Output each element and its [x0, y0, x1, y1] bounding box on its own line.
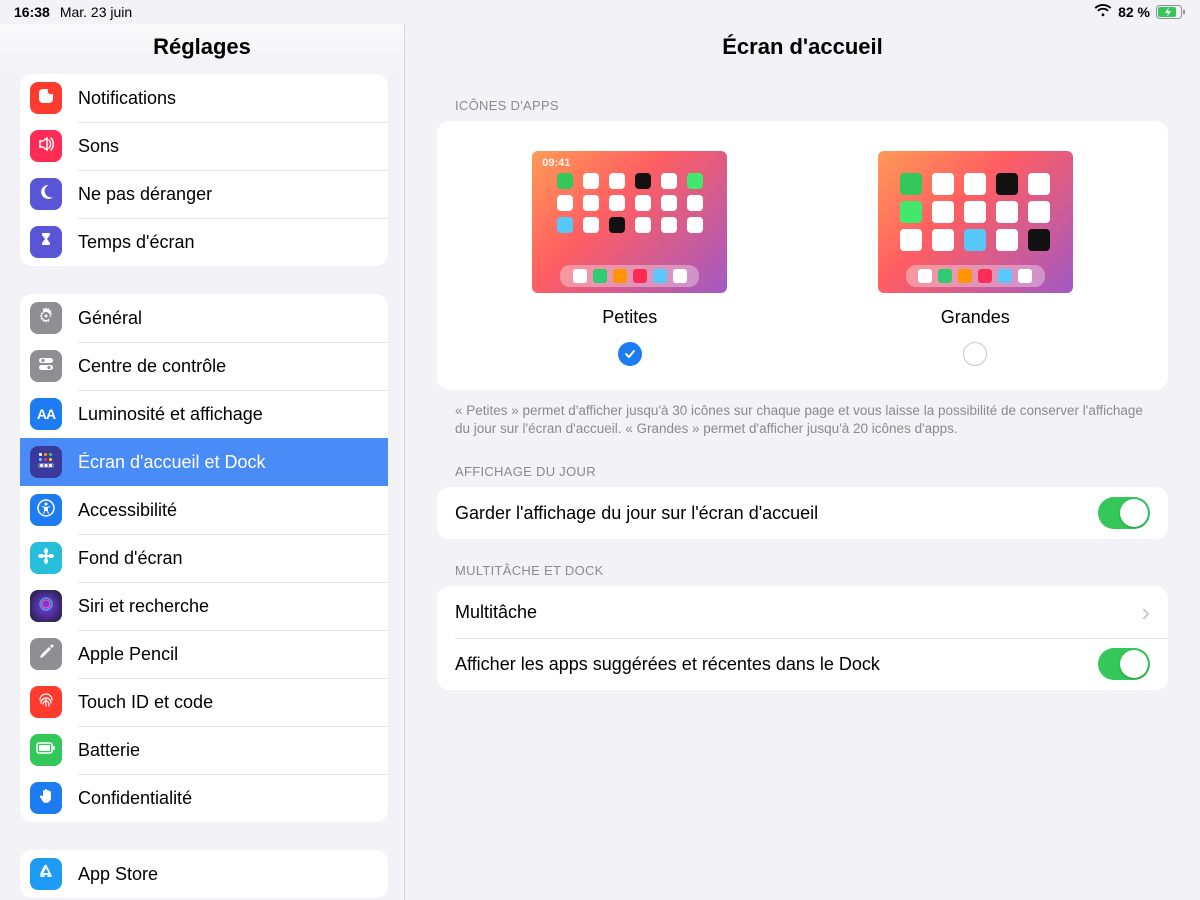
sidebar-item-privacy[interactable]: Confidentialité: [20, 774, 388, 822]
sounds-label: Sons: [78, 136, 119, 157]
preview-small: 09:41: [532, 151, 727, 293]
status-date: Mar. 23 juin: [60, 4, 132, 20]
sidebar-item-appstore[interactable]: App Store: [20, 850, 388, 898]
display-label: Luminosité et affichage: [78, 404, 263, 425]
section-app-icons: ICÔNES D'APPS: [455, 98, 1168, 113]
accessibility-icon: [37, 499, 55, 522]
screentime-label: Temps d'écran: [78, 232, 195, 253]
siri-label: Siri et recherche: [78, 596, 209, 617]
status-time: 16:38: [14, 4, 50, 20]
touchid-label: Touch ID et code: [78, 692, 213, 713]
general-label: Général: [78, 308, 142, 329]
notifications-label: Notifications: [78, 88, 176, 109]
battery-icon: [1156, 5, 1186, 19]
preview-clock: 09:41: [542, 157, 570, 169]
detail-pane: Écran d'accueil ICÔNES D'APPS 09:41 Peti…: [405, 24, 1200, 900]
sidebar-item-touchid[interactable]: Touch ID et code: [20, 678, 388, 726]
section-today-view: AFFICHAGE DU JOUR: [455, 464, 1168, 479]
icon-size-panel: 09:41 Petites: [437, 121, 1168, 390]
chevron-right-icon: ›: [1141, 597, 1150, 628]
multitasking-panel: Multitâche › Afficher les apps suggérées…: [437, 586, 1168, 690]
preview-large: [878, 151, 1073, 293]
toggles-icon: [37, 355, 55, 378]
hourglass-icon: [37, 231, 55, 254]
sidebar-item-general[interactable]: Général: [20, 294, 388, 342]
section-multitasking: MULTITÂCHE ET DOCK: [455, 563, 1168, 578]
sidebar-group-general: Général Centre de contrôle AA Luminosité…: [20, 294, 388, 822]
row-multitasking[interactable]: Multitâche ›: [437, 586, 1168, 638]
sidebar-item-wallpaper[interactable]: Fond d'écran: [20, 534, 388, 582]
status-bar: 16:38 Mar. 23 juin 82 %: [0, 0, 1200, 24]
switch-suggested-apps[interactable]: [1098, 648, 1150, 680]
suggested-apps-label: Afficher les apps suggérées et récentes …: [455, 654, 880, 675]
radio-large-unchecked[interactable]: [963, 342, 987, 366]
today-view-panel: Garder l'affichage du jour sur l'écran d…: [437, 487, 1168, 539]
wallpaper-label: Fond d'écran: [78, 548, 183, 569]
home-grid-icon: [36, 450, 56, 475]
settings-sidebar: Réglages Notifications Sons Ne pas déran…: [0, 24, 405, 900]
sidebar-item-control-center[interactable]: Centre de contrôle: [20, 342, 388, 390]
siri-icon: [37, 595, 55, 618]
sidebar-item-dnd[interactable]: Ne pas déranger: [20, 170, 388, 218]
sounds-icon: [37, 135, 55, 158]
control-center-label: Centre de contrôle: [78, 356, 226, 377]
pencil-label: Apple Pencil: [78, 644, 178, 665]
dnd-label: Ne pas déranger: [78, 184, 212, 205]
sidebar-item-accessibility[interactable]: Accessibilité: [20, 486, 388, 534]
home-dock-label: Écran d'accueil et Dock: [78, 452, 266, 473]
accessibility-label: Accessibilité: [78, 500, 177, 521]
moon-icon: [37, 183, 55, 206]
notifications-icon: [37, 87, 55, 110]
small-caption: Petites: [602, 307, 657, 328]
multitasking-label: Multitâche: [455, 602, 537, 623]
option-small-icons[interactable]: 09:41 Petites: [532, 151, 727, 366]
sidebar-title: Réglages: [0, 24, 404, 74]
large-caption: Grandes: [941, 307, 1010, 328]
sidebar-item-screentime[interactable]: Temps d'écran: [20, 218, 388, 266]
battery-percent: 82 %: [1118, 4, 1150, 20]
pencil-icon: [37, 643, 55, 666]
radio-small-checked[interactable]: [618, 342, 642, 366]
appstore-icon: [37, 863, 55, 886]
sidebar-group-attention: Notifications Sons Ne pas déranger Temps…: [20, 74, 388, 266]
sidebar-item-display[interactable]: AA Luminosité et affichage: [20, 390, 388, 438]
privacy-label: Confidentialité: [78, 788, 192, 809]
text-size-icon: AA: [37, 406, 55, 422]
sidebar-item-home-dock[interactable]: Écran d'accueil et Dock: [20, 438, 388, 486]
sidebar-item-sounds[interactable]: Sons: [20, 122, 388, 170]
keep-today-label: Garder l'affichage du jour sur l'écran d…: [455, 503, 818, 524]
option-large-icons[interactable]: Grandes: [878, 151, 1073, 366]
sidebar-group-store: App Store: [20, 850, 388, 898]
row-suggested-apps[interactable]: Afficher les apps suggérées et récentes …: [437, 638, 1168, 690]
row-keep-today-view[interactable]: Garder l'affichage du jour sur l'écran d…: [437, 487, 1168, 539]
sidebar-item-pencil[interactable]: Apple Pencil: [20, 630, 388, 678]
sidebar-item-notifications[interactable]: Notifications: [20, 74, 388, 122]
gear-icon: [36, 306, 56, 331]
battery-label: Batterie: [78, 740, 140, 761]
appstore-label: App Store: [78, 864, 158, 885]
flower-icon: [37, 547, 55, 570]
hand-icon: [37, 787, 55, 810]
sidebar-item-battery[interactable]: Batterie: [20, 726, 388, 774]
battery-settings-icon: [36, 741, 56, 759]
icon-size-footnote: « Petites » permet d'afficher jusqu'à 30…: [455, 402, 1150, 438]
switch-keep-today[interactable]: [1098, 497, 1150, 529]
fingerprint-icon: [37, 691, 55, 714]
sidebar-item-siri[interactable]: Siri et recherche: [20, 582, 388, 630]
wifi-icon: [1094, 4, 1112, 20]
detail-title: Écran d'accueil: [405, 24, 1200, 74]
